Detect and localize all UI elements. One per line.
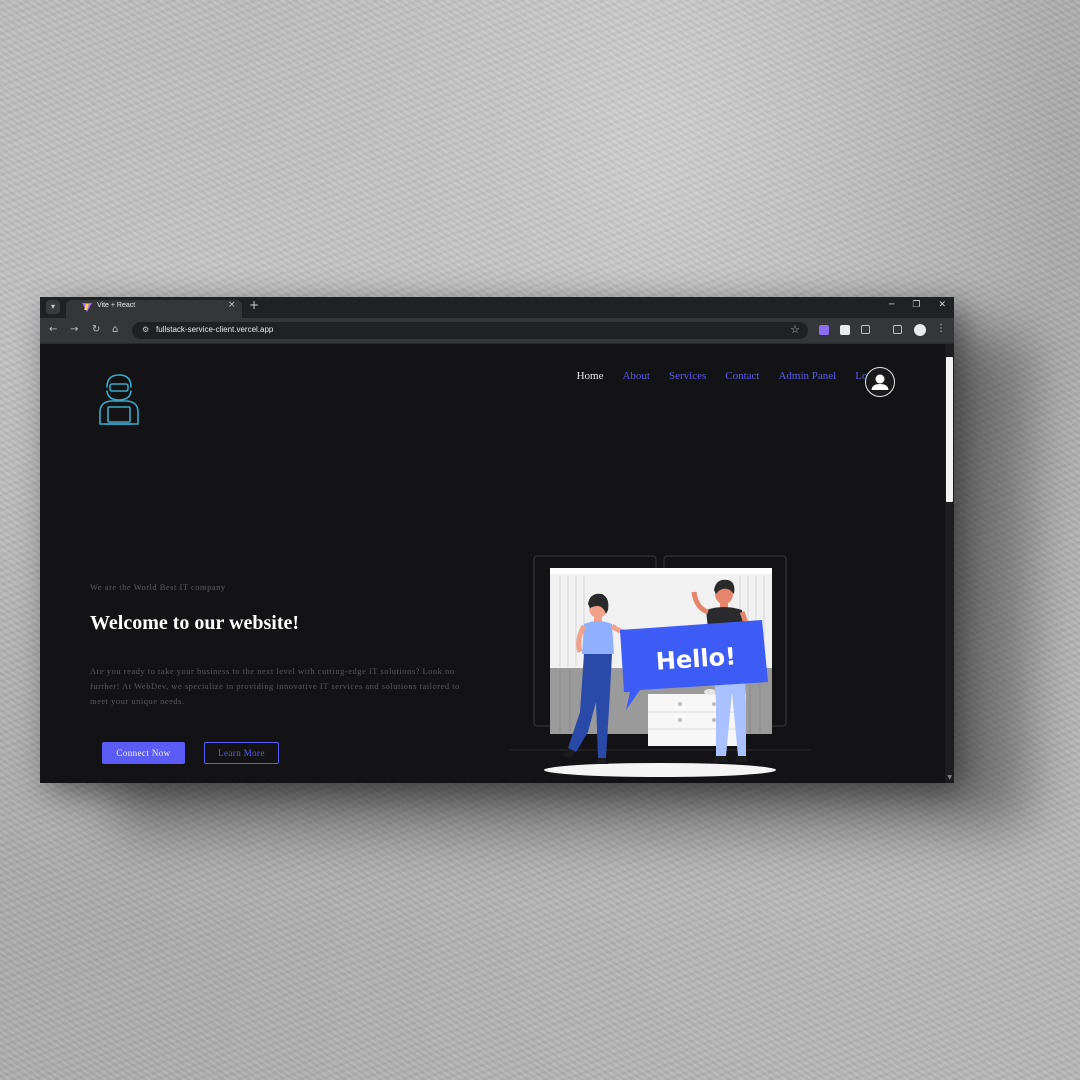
extension-icon[interactable]: [840, 325, 850, 335]
profile-icon[interactable]: [914, 324, 926, 336]
scroll-down-arrow-icon[interactable]: ▼: [947, 774, 952, 781]
nav-about-link[interactable]: About: [622, 370, 650, 382]
restore-icon[interactable]: ❐: [912, 300, 920, 310]
browser-toolbar: ← → ↻ ⌂ ⚙ fullstack-service-client.verce…: [40, 318, 954, 344]
tab-strip: ▾ Vite + React × + ─ ❐ ✕: [40, 297, 954, 318]
window-controls: ─ ❐ ✕: [889, 300, 946, 310]
extension-icon[interactable]: [819, 325, 829, 335]
side-panel-icon[interactable]: [893, 325, 902, 334]
site-info-icon[interactable]: ⚙: [142, 325, 149, 334]
browser-menu-icon[interactable]: ⋮: [936, 323, 946, 334]
vite-favicon-icon: [82, 303, 92, 312]
bookmark-star-icon[interactable]: ☆: [790, 323, 800, 336]
new-tab-button[interactable]: +: [249, 298, 259, 312]
url-text: fullstack-service-client.vercel.app: [156, 325, 274, 334]
minimize-icon[interactable]: ─: [889, 300, 894, 310]
tab-close-icon[interactable]: ×: [228, 300, 236, 310]
back-icon[interactable]: ←: [49, 324, 57, 335]
hello-sign-text: Hello!: [655, 642, 737, 676]
browser-window: ▾ Vite + React × + ─ ❐ ✕ ← → ↻ ⌂ ⚙ fulls…: [40, 297, 954, 783]
hero-tagline: We are the World Best IT company: [90, 582, 226, 592]
nav-home-link[interactable]: Home: [577, 370, 604, 382]
connect-now-button[interactable]: Connect Now: [102, 742, 185, 764]
nav-admin-panel-link[interactable]: Admin Panel: [778, 370, 836, 382]
extensions-puzzle-icon[interactable]: [861, 325, 870, 334]
site-logo-icon[interactable]: [94, 372, 144, 430]
tab-search-button[interactable]: ▾: [46, 300, 60, 314]
browser-tab[interactable]: [66, 300, 242, 318]
tab-title: Vite + React: [97, 302, 136, 309]
web-page: Home About Services Contact Admin Panel …: [40, 344, 945, 783]
reload-icon[interactable]: ↻: [92, 324, 100, 335]
main-nav: Home About Services Contact Admin Panel …: [577, 370, 887, 382]
address-bar[interactable]: ⚙ fullstack-service-client.vercel.app ☆: [132, 322, 808, 339]
home-icon[interactable]: ⌂: [112, 324, 118, 335]
scrollbar-thumb[interactable]: [946, 357, 953, 502]
nav-services-link[interactable]: Services: [669, 370, 706, 382]
forward-icon[interactable]: →: [70, 324, 78, 335]
hello-illustration: Hello!: [510, 552, 820, 783]
close-window-icon[interactable]: ✕: [938, 300, 946, 310]
page-scrollbar[interactable]: ▼: [945, 344, 954, 783]
nav-contact-link[interactable]: Contact: [725, 370, 759, 382]
hero-title: Welcome to our website!: [90, 612, 300, 634]
user-avatar-icon[interactable]: [865, 367, 895, 397]
learn-more-button[interactable]: Learn More: [204, 742, 279, 764]
hero-description: Are you ready to take your business to t…: [90, 666, 460, 706]
